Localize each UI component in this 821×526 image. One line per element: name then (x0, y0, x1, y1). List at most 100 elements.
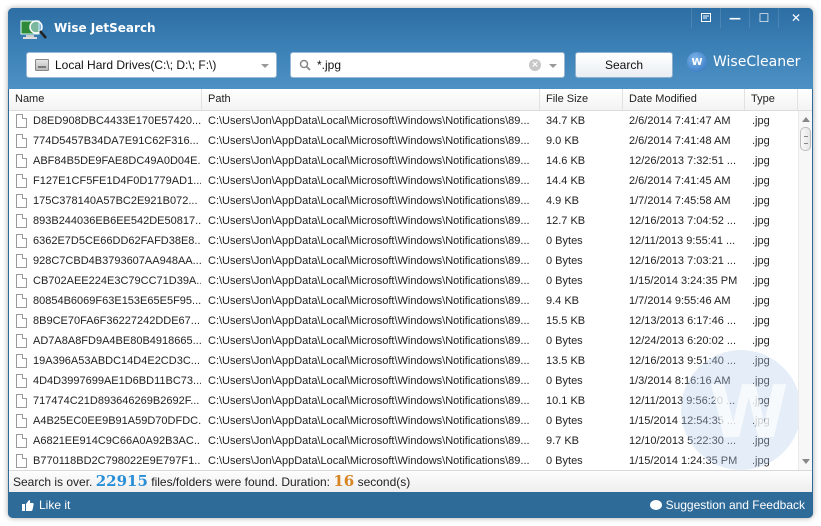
table-row[interactable]: 80854B6069F63E153E65E5F95... C:\Users\Jon… (9, 291, 798, 311)
column-header-name[interactable]: Name (9, 89, 202, 110)
search-box[interactable]: × (290, 52, 565, 78)
column-header-type[interactable]: Type (745, 89, 798, 110)
title-bar: Wise JetSearch — ☐ ✕ Local Hard Drives(C… (8, 8, 813, 89)
close-button[interactable]: ✕ (778, 8, 813, 28)
file-icon (16, 234, 27, 248)
file-name: ABF84B5DE9FAE8DC49A0D04E... (33, 155, 201, 167)
date-modified: 12/16/2013 7:03:21 ... (629, 255, 737, 267)
vertical-scrollbar[interactable] (798, 111, 812, 470)
date-modified: 12/11/2013 9:56:20 ... (629, 395, 736, 407)
column-header-path[interactable]: Path (202, 89, 540, 110)
chevron-down-icon[interactable] (261, 64, 269, 68)
file-size: 0 Bytes (546, 275, 583, 287)
date-modified: 1/7/2014 9:55:46 AM (629, 295, 731, 307)
search-button[interactable]: Search (575, 52, 673, 78)
file-type: .jpg (752, 375, 770, 387)
column-header-file-size[interactable]: File Size (540, 89, 623, 110)
drive-select[interactable]: Local Hard Drives(C:\; D:\; F:\) (26, 52, 277, 78)
file-path: C:\Users\Jon\AppData\Local\Microsoft\Win… (208, 135, 530, 147)
scroll-up-icon[interactable] (802, 117, 810, 122)
file-type: .jpg (752, 415, 770, 427)
table-row[interactable]: A4B25EC0EE9B91A59D70DFDC... C:\Users\Jon\… (9, 411, 798, 431)
file-type: .jpg (752, 255, 770, 267)
table-row[interactable]: 175C378140A57BC2E921B072... C:\Users\Jon\… (9, 191, 798, 211)
date-modified: 12/13/2013 6:17:46 ... (629, 315, 737, 327)
app-title: Wise JetSearch (54, 21, 156, 35)
file-icon (16, 154, 27, 168)
file-path: C:\Users\Jon\AppData\Local\Microsoft\Win… (208, 155, 530, 167)
clear-icon[interactable]: × (529, 59, 541, 71)
maximize-button[interactable]: ☐ (749, 8, 778, 28)
table-row[interactable]: 19A396A53ABDC14D4E2CD3C... C:\Users\Jon\A… (9, 351, 798, 371)
search-input[interactable] (317, 56, 517, 74)
file-type: .jpg (752, 195, 770, 207)
file-size: 9.4 KB (546, 295, 580, 307)
table-row[interactable]: 774D5457B34DA7E91C62F316... C:\Users\Jon\… (9, 131, 798, 151)
file-icon (16, 354, 27, 368)
file-type: .jpg (752, 275, 770, 287)
like-it-link[interactable]: Like it (22, 498, 70, 512)
file-name: 19A396A53ABDC14D4E2CD3C... (33, 355, 200, 367)
file-type: .jpg (752, 175, 770, 187)
file-path: C:\Users\Jon\AppData\Local\Microsoft\Win… (208, 275, 530, 287)
file-size: 12.7 KB (546, 215, 586, 227)
maximize-icon: ☐ (758, 11, 770, 25)
file-name: 175C378140A57BC2E921B072... (33, 195, 198, 207)
column-header: Name Path File Size Date Modified Type (9, 89, 812, 111)
date-modified: 1/3/2014 8:16:16 AM (629, 375, 731, 387)
file-size: 13.5 KB (546, 355, 586, 367)
table-row[interactable]: D8ED908DBC4433E170E57420... C:\Users\Jon\… (9, 111, 798, 131)
date-modified: 2/6/2014 7:41:48 AM (629, 135, 731, 147)
table-row[interactable]: 6362E7D5CE66DD62FAFD38E8... C:\Users\Jon\… (9, 231, 798, 251)
file-size: 15.5 KB (546, 315, 586, 327)
date-modified: 2/6/2014 7:41:47 AM (629, 115, 731, 127)
file-name: A6821EE914C9C66A0A92B3AC... (33, 435, 201, 447)
file-path: C:\Users\Jon\AppData\Local\Microsoft\Win… (208, 375, 530, 387)
table-row[interactable]: 4D4D3997699AE1D6BD11BC73... C:\Users\Jon\… (9, 371, 798, 391)
table-row[interactable]: AD7A8A8FD9A4BE80B4918665... C:\Users\Jon\… (9, 331, 798, 351)
table-row[interactable]: 717474C21D893646269B2692F... C:\Users\Jon… (9, 391, 798, 411)
table-row[interactable]: 893B244036EB6EE542DE50817... C:\Users\Jon… (9, 211, 798, 231)
table-row[interactable]: B770118BD2C798022E9E797F1... C:\Users\Jon… (9, 451, 798, 470)
file-icon (16, 134, 27, 148)
scroll-down-icon[interactable] (802, 459, 810, 464)
scroll-thumb[interactable] (800, 127, 811, 151)
file-size: 14.4 KB (546, 175, 586, 187)
date-modified: 12/26/2013 7:32:51 ... (629, 155, 737, 167)
file-size: 14.6 KB (546, 155, 586, 167)
file-type: .jpg (752, 335, 770, 347)
file-type: .jpg (752, 235, 770, 247)
table-row[interactable]: ABF84B5DE9FAE8DC49A0D04E... C:\Users\Jon\… (9, 151, 798, 171)
file-name: 80854B6069F63E153E65E5F95... (33, 295, 201, 307)
file-icon (16, 194, 27, 208)
date-modified: 2/6/2014 7:41:45 AM (629, 175, 731, 187)
drive-select-value: Local Hard Drives(C:\; D:\; F:\) (55, 58, 217, 72)
results-panel: Name Path File Size Date Modified Type D… (9, 89, 812, 470)
file-name: CB702AEE224E3C79CC71D39A... (33, 275, 201, 287)
date-modified: 12/10/2013 5:22:30 ... (629, 435, 737, 447)
file-path: C:\Users\Jon\AppData\Local\Microsoft\Win… (208, 295, 530, 307)
menu-button[interactable] (691, 8, 720, 28)
date-modified: 1/15/2014 3:24:35 PM (629, 275, 738, 287)
search-history-dropdown-icon[interactable] (549, 64, 557, 68)
search-duration: 16 (333, 472, 355, 490)
table-row[interactable]: F127E1CF5FE1D4F0D1779AD1... C:\Users\Jon\… (9, 171, 798, 191)
file-size: 10.1 KB (546, 395, 586, 407)
file-type: .jpg (752, 455, 770, 467)
table-row[interactable]: 928C7CBD4B3793607AA948AA... C:\Users\Jon\… (9, 251, 798, 271)
brand-name: WiseCleaner (713, 54, 801, 70)
feedback-link[interactable]: Suggestion and Feedback (649, 498, 805, 512)
column-header-date-modified[interactable]: Date Modified (623, 89, 745, 110)
file-path: C:\Users\Jon\AppData\Local\Microsoft\Win… (208, 215, 530, 227)
file-name: 928C7CBD4B3793607AA948AA... (33, 255, 201, 267)
wisecleaner-brand[interactable]: W WiseCleaner (687, 52, 800, 72)
date-modified: 12/11/2013 9:55:41 ... (629, 235, 736, 247)
table-row[interactable]: CB702AEE224E3C79CC71D39A... C:\Users\Jon\… (9, 271, 798, 291)
file-path: C:\Users\Jon\AppData\Local\Microsoft\Win… (208, 235, 530, 247)
file-name: AD7A8A8FD9A4BE80B4918665... (33, 335, 201, 347)
file-size: 0 Bytes (546, 415, 583, 427)
minimize-button[interactable]: — (720, 8, 749, 28)
file-size: 9.7 KB (546, 435, 580, 447)
table-row[interactable]: 8B9CE70FA6F36227242DDE67... C:\Users\Jon\… (9, 311, 798, 331)
table-row[interactable]: A6821EE914C9C66A0A92B3AC... C:\Users\Jon\… (9, 431, 798, 451)
